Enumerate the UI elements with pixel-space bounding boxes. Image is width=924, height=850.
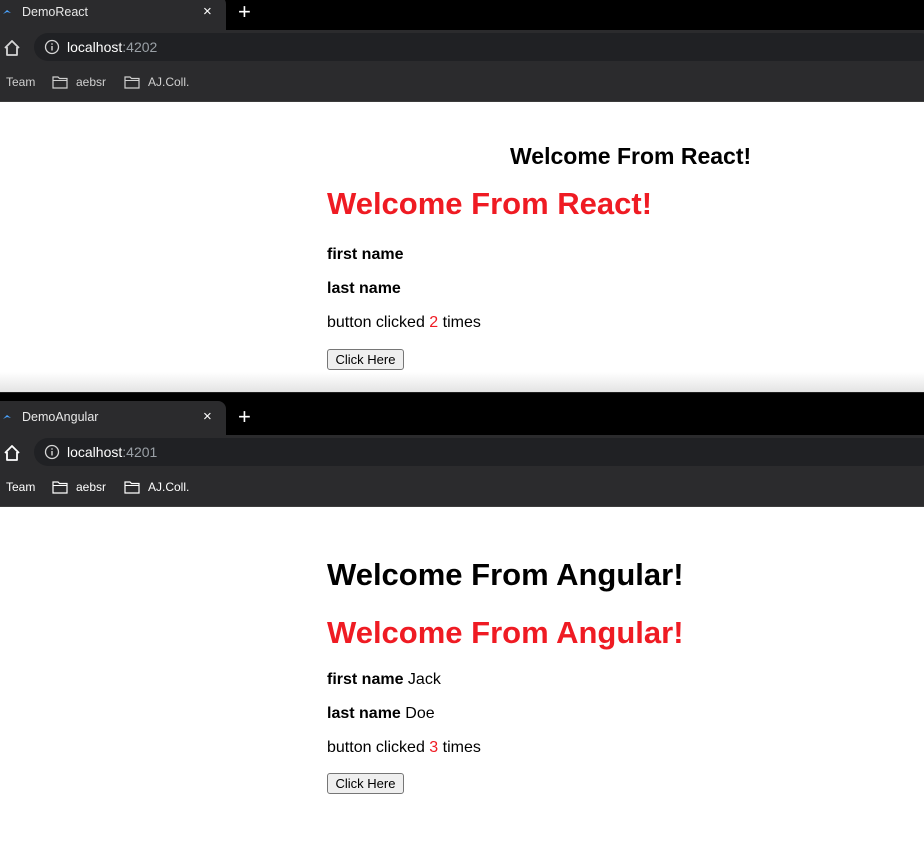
tab-strip: DemoReact × + — [0, 0, 924, 30]
address-bar[interactable]: localhost:4202 — [34, 33, 924, 61]
page-subheading: Welcome From React! — [327, 186, 653, 221]
click-count-row: button clicked 3 times — [327, 739, 481, 757]
folder-icon — [124, 480, 140, 494]
click-count-row: button clicked 2 times — [327, 314, 481, 332]
tab-demoreact[interactable]: DemoReact × — [0, 0, 226, 30]
last-name-label: last name — [327, 280, 401, 297]
bookmark-label: aebsr — [76, 480, 107, 494]
home-icon[interactable] — [2, 38, 22, 58]
tab-strip: DemoAngular × + — [0, 393, 924, 435]
folder-icon — [52, 480, 68, 494]
page-heading: Welcome From React! — [510, 143, 752, 169]
page-heading: Welcome From Angular! — [327, 557, 684, 592]
bookmarks-bar: Team aebsr AJ.Coll. — [0, 65, 924, 102]
bookmark-label: AJ.Coll. — [148, 75, 190, 89]
tab-title: DemoReact — [22, 5, 88, 19]
url-text: localhost:4201 — [67, 444, 157, 460]
bookmarks-bar: Team aebsr AJ.Coll. — [0, 470, 924, 507]
url-port: :4201 — [122, 444, 158, 460]
url-host: localhost — [67, 444, 123, 460]
new-tab-button[interactable]: + — [238, 406, 251, 428]
first-name-row: first name — [327, 246, 403, 264]
bookmark-label: AJ.Coll. — [148, 480, 190, 494]
new-tab-button[interactable]: + — [238, 1, 251, 23]
last-name-label: last name — [327, 705, 401, 722]
first-name-value: Jack — [407, 671, 441, 688]
angular-page-content: Welcome From Angular! Welcome From Angul… — [0, 507, 924, 850]
favicon-icon — [2, 8, 12, 18]
browser-toolbar: localhost:4202 — [0, 30, 924, 65]
first-name-row: first name Jack — [327, 671, 441, 689]
click-count-prefix: button clicked — [327, 739, 425, 756]
angular-browser-window: DemoAngular × + localhost:4201 Team aebs… — [0, 393, 924, 850]
last-name-row: last name Doe — [327, 705, 435, 723]
tab-title: DemoAngular — [22, 410, 99, 424]
info-icon[interactable] — [44, 39, 60, 55]
favicon-icon — [2, 413, 12, 423]
last-name-value: Doe — [405, 705, 435, 722]
first-name-label: first name — [327, 246, 404, 263]
bookmark-label: Team — [6, 75, 36, 89]
click-count-suffix: times — [442, 739, 481, 756]
bookmark-label: Team — [6, 480, 36, 494]
click-count-value: 2 — [429, 314, 439, 331]
folder-icon — [52, 75, 68, 89]
close-icon[interactable]: × — [203, 408, 212, 426]
home-icon[interactable] — [2, 443, 22, 463]
last-name-row: last name — [327, 280, 401, 298]
click-count-prefix: button clicked — [327, 314, 425, 331]
close-icon[interactable]: × — [203, 3, 212, 21]
click-here-button[interactable]: Click Here — [327, 349, 404, 370]
click-here-button[interactable]: Click Here — [327, 773, 404, 794]
address-bar[interactable]: localhost:4201 — [34, 438, 924, 466]
window-shadow — [0, 372, 924, 392]
page-subheading: Welcome From Angular! — [327, 615, 684, 650]
url-text: localhost:4202 — [67, 39, 157, 55]
url-port: :4202 — [122, 39, 158, 55]
url-host: localhost — [67, 39, 123, 55]
bookmark-label: aebsr — [76, 75, 107, 89]
click-count-suffix: times — [442, 314, 481, 331]
folder-icon — [124, 75, 140, 89]
react-page-content: Welcome From React! Welcome From React! … — [0, 102, 924, 392]
info-icon[interactable] — [44, 444, 60, 460]
tab-demoangular[interactable]: DemoAngular × — [0, 401, 226, 435]
react-browser-window: DemoReact × + localhost:4202 Team aebsr — [0, 0, 924, 392]
browser-toolbar: localhost:4201 — [0, 435, 924, 470]
click-count-value: 3 — [429, 739, 439, 756]
first-name-label: first name — [327, 671, 404, 688]
